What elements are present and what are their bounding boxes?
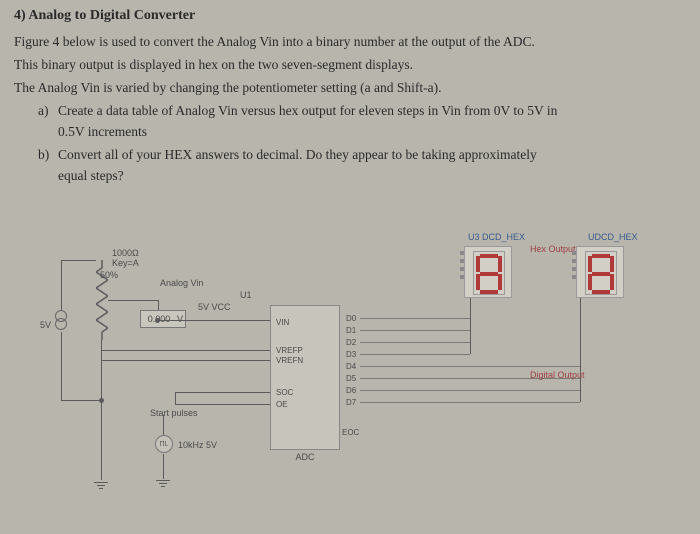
pot-value: 1000Ω (112, 248, 139, 258)
question-b-line1: Convert all of your HEX answers to decim… (58, 147, 537, 162)
question-a-line1: Create a data table of Analog Vin versus… (58, 103, 557, 118)
question-b-line2: equal steps? (58, 166, 686, 187)
seven-seg-right (576, 246, 624, 298)
pin-soc: SOC (276, 388, 293, 397)
pin-d6: D6 (346, 386, 356, 395)
display-right-title: UDCD_HEX (588, 232, 638, 242)
voltmeter: 0.000 V (140, 310, 186, 328)
pin-d1: D1 (346, 326, 356, 335)
seven-seg-left (464, 246, 512, 298)
pot-key: Key=A (112, 258, 139, 268)
paragraph-1: Figure 4 below is used to convert the An… (14, 32, 686, 53)
vcc-label: 5V VCC (198, 302, 231, 312)
question-a: a)Create a data table of Analog Vin vers… (38, 101, 686, 143)
question-b-label: b) (38, 145, 58, 166)
display-left-title: U3 DCD_HEX (468, 232, 525, 242)
pin-vrefn: VREFN (276, 356, 303, 365)
circuit-diagram: 5V 1000Ω Key=A 50% Analog Vin U1 5V VCC … (0, 220, 700, 534)
question-a-label: a) (38, 101, 58, 122)
ground-icon-2 (156, 480, 170, 492)
clock-source-icon: ΠL (155, 435, 173, 453)
pin-d4: D4 (346, 362, 356, 371)
pin-eoc: EOC (342, 428, 359, 437)
pin-oe: OE (276, 400, 288, 409)
pot-percent: 50% (100, 270, 118, 280)
pin-d0: D0 (346, 314, 356, 323)
hex-output-label: Hex Output (530, 244, 576, 254)
section-heading: 4) Analog to Digital Converter (14, 8, 686, 24)
question-a-line2: 0.5V increments (58, 122, 686, 143)
pin-vin: VIN (276, 318, 289, 327)
analog-vin-label: Analog Vin (160, 278, 203, 288)
question-b: b)Convert all of your HEX answers to dec… (38, 145, 686, 187)
pin-d5: D5 (346, 374, 356, 383)
ground-icon (94, 482, 108, 494)
pin-vrefp: VREFP (276, 346, 303, 355)
pin-d3: D3 (346, 350, 356, 359)
digital-output-label: Digital Output (530, 370, 585, 380)
u1-label: U1 (240, 290, 252, 300)
clock-label: 10kHz 5V (178, 440, 217, 450)
start-pulses-label: Start pulses (150, 408, 198, 418)
pin-d2: D2 (346, 338, 356, 347)
paragraph-3: The Analog Vin is varied by changing the… (14, 78, 686, 99)
pin-d7: D7 (346, 398, 356, 407)
source-label: 5V (40, 320, 51, 330)
adc-label: ADC (270, 452, 340, 462)
paragraph-2: This binary output is displayed in hex o… (14, 55, 686, 76)
